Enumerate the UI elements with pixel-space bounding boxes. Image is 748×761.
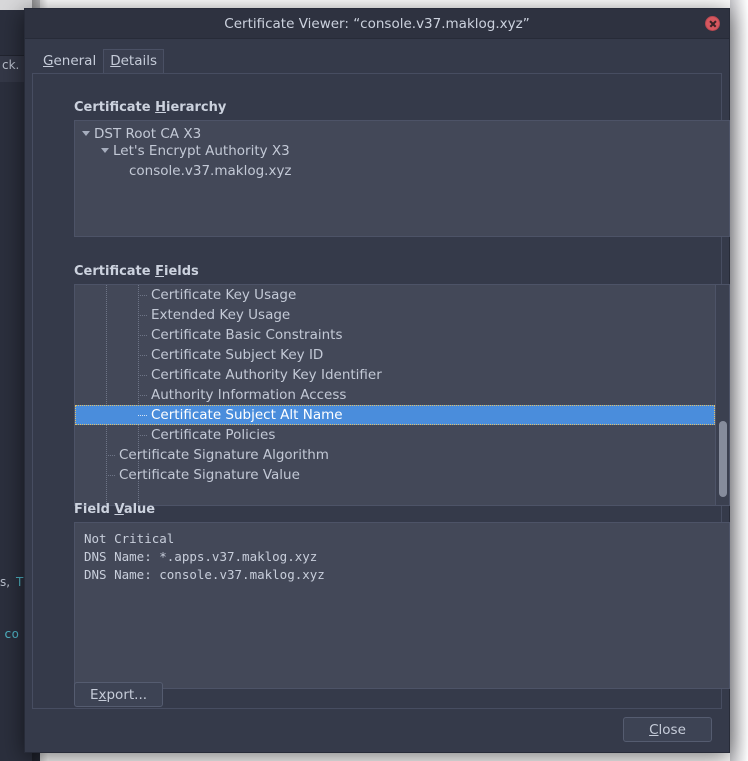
window-close-icon[interactable] bbox=[705, 16, 720, 31]
certificate-hierarchy-group: Certificate Hierarchy DST Root CA X3 Let'… bbox=[74, 100, 730, 237]
certificate-field-label: Authority Information Access bbox=[151, 387, 347, 403]
tree-branch-tick bbox=[138, 415, 147, 416]
hierarchy-row-label: Let's Encrypt Authority X3 bbox=[113, 143, 290, 159]
certificate-field-row[interactable]: Certificate Subject Key ID bbox=[75, 345, 715, 365]
dialog-titlebar: Certificate Viewer: “console.v37.maklog.… bbox=[25, 9, 729, 39]
background-text-fragment: co bbox=[4, 626, 20, 641]
certificate-field-row-selected[interactable]: Certificate Subject Alt Name bbox=[75, 405, 715, 425]
details-tab-panel: Certificate Hierarchy DST Root CA X3 Let'… bbox=[32, 73, 730, 709]
tree-branch-tick bbox=[106, 455, 115, 456]
field-value-text: Not Critical DNS Name: *.apps.v37.maklog… bbox=[84, 531, 325, 582]
certificate-field-row[interactable]: Certificate Signature Algorithm bbox=[75, 445, 715, 465]
tree-branch-tick bbox=[138, 295, 147, 296]
accelerator-char: C bbox=[649, 721, 659, 738]
certificate-field-row[interactable]: Certificate Policies bbox=[75, 425, 715, 445]
accelerator-char: D bbox=[110, 53, 121, 69]
certificate-field-label: Certificate Basic Constraints bbox=[151, 327, 343, 343]
certificate-field-label: Certificate Authority Key Identifier bbox=[151, 367, 382, 383]
dialog-title: Certificate Viewer: “console.v37.maklog.… bbox=[224, 16, 530, 32]
field-value-group: Field Value Not Critical DNS Name: *.app… bbox=[74, 502, 730, 689]
background-text-fragment: T bbox=[16, 575, 24, 589]
certificate-field-label: Certificate Subject Alt Name bbox=[151, 407, 343, 423]
accelerator-char: x bbox=[98, 686, 107, 703]
certificate-fields-tree[interactable]: Certificate Key Usage Extended Key Usage C… bbox=[74, 284, 730, 506]
certificate-fields-label: Certificate Fields bbox=[74, 264, 199, 279]
fields-scrollbar-thumb[interactable] bbox=[719, 421, 727, 497]
hierarchy-row-label: console.v37.maklog.xyz bbox=[129, 163, 292, 179]
certificate-field-label: Certificate Key Usage bbox=[151, 287, 297, 303]
certificate-fields-group: Certificate Fields Certificate Key Usage… bbox=[74, 264, 730, 506]
certificate-field-label: Certificate Signature Algorithm bbox=[119, 447, 329, 463]
certificate-field-label: Certificate Signature Value bbox=[119, 467, 300, 483]
certificate-fields-rows: Certificate Key Usage Extended Key Usage C… bbox=[75, 285, 715, 485]
certificate-field-row[interactable]: Certificate Authority Key Identifier bbox=[75, 365, 715, 385]
background-text-fragment: ck. bbox=[2, 58, 20, 72]
export-button[interactable]: Export... bbox=[74, 682, 163, 707]
field-value-label: Field Value bbox=[74, 502, 156, 517]
hierarchy-row[interactable]: Let's Encrypt Authority X3 bbox=[75, 141, 729, 161]
background-text-fragment: s, bbox=[0, 575, 11, 589]
close-button[interactable]: Close bbox=[623, 717, 712, 742]
accelerator-char: G bbox=[43, 53, 54, 69]
accelerator-char: H bbox=[155, 100, 167, 115]
certificate-field-label: Extended Key Usage bbox=[151, 307, 291, 323]
certificate-field-row[interactable]: Certificate Signature Value bbox=[75, 465, 715, 485]
tree-branch-tick bbox=[138, 395, 147, 396]
field-value-box[interactable]: Not Critical DNS Name: *.apps.v37.maklog… bbox=[74, 522, 730, 689]
tree-branch-tick bbox=[106, 475, 115, 476]
tab-general[interactable]: General bbox=[36, 49, 103, 74]
hierarchy-row-label: DST Root CA X3 bbox=[94, 126, 202, 142]
certificate-field-row[interactable]: Certificate Basic Constraints bbox=[75, 325, 715, 345]
hierarchy-row[interactable]: console.v37.maklog.xyz bbox=[75, 161, 729, 181]
tree-branch-tick bbox=[138, 355, 147, 356]
accelerator-char: V bbox=[114, 502, 124, 517]
certificate-field-row[interactable]: Extended Key Usage bbox=[75, 305, 715, 325]
fields-scrollbar[interactable] bbox=[715, 285, 729, 505]
certificate-viewer-dialog: Certificate Viewer: “console.v37.maklog.… bbox=[24, 8, 730, 753]
chevron-down-icon[interactable] bbox=[82, 130, 90, 136]
tree-branch-tick bbox=[138, 335, 147, 336]
background-right-edge bbox=[730, 0, 748, 761]
tab-details[interactable]: Details bbox=[103, 49, 165, 74]
certificate-hierarchy-label: Certificate Hierarchy bbox=[74, 100, 227, 115]
certificate-field-label: Certificate Subject Key ID bbox=[151, 347, 324, 363]
chevron-down-icon[interactable] bbox=[101, 147, 109, 153]
hierarchy-row[interactable]: DST Root CA X3 bbox=[75, 121, 729, 142]
certificate-field-row[interactable]: Certificate Key Usage bbox=[75, 285, 715, 305]
certificate-field-label: Certificate Policies bbox=[151, 427, 276, 443]
certificate-fields-viewport: Certificate Key Usage Extended Key Usage C… bbox=[75, 285, 715, 505]
accelerator-char: F bbox=[155, 264, 165, 279]
tree-branch-tick bbox=[138, 435, 147, 436]
tab-strip: General Details bbox=[36, 48, 165, 74]
tree-branch-tick bbox=[138, 315, 147, 316]
certificate-hierarchy-tree[interactable]: DST Root CA X3 Let's Encrypt Authority X3… bbox=[74, 120, 730, 237]
certificate-field-row[interactable]: Authority Information Access bbox=[75, 385, 715, 405]
tree-branch-tick bbox=[138, 375, 147, 376]
